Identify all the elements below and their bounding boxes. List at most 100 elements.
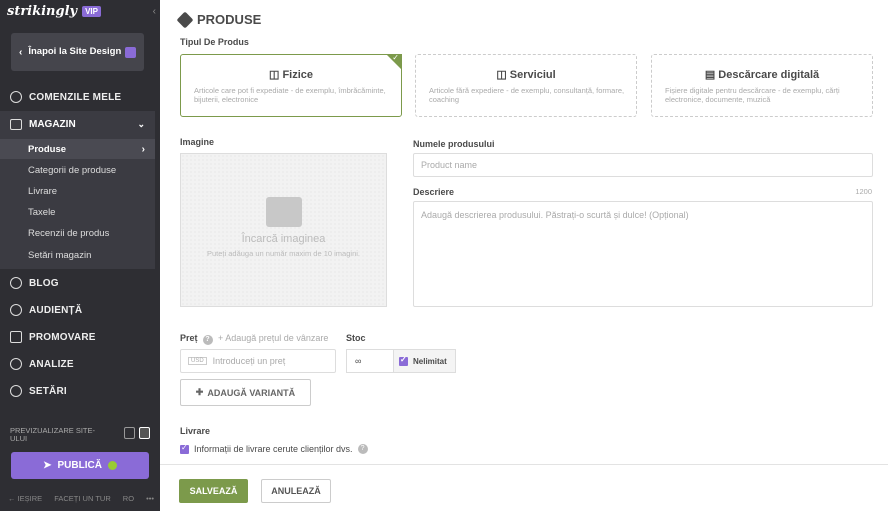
tour-link[interactable]: FACEȚI UN TUR: [54, 494, 111, 503]
type-card-service[interactable]: ◫ Serviciul Articole fără expediere - de…: [415, 54, 637, 117]
save-button[interactable]: SALVEAZĂ: [179, 479, 248, 503]
nav-settings-label: SETĂRI: [29, 385, 67, 397]
logo[interactable]: strikingly: [7, 4, 77, 19]
check-icon: ✓: [392, 53, 399, 62]
type-name: Fizice: [282, 69, 314, 81]
nav-audience-label: AUDIENȚĂ: [29, 304, 83, 316]
type-desc: Articole care pot fi expediate - de exem…: [194, 86, 386, 104]
nav-orders-label: COMENZILE MELE: [29, 91, 122, 103]
store-item-label: Categorii de produse: [28, 164, 117, 176]
exit-link[interactable]: ← IEȘIRE: [8, 494, 42, 503]
store-item-taxes[interactable]: Taxele: [0, 202, 155, 222]
store-item-products[interactable]: Produse ›: [0, 139, 155, 159]
product-name-label: Numele produsului: [413, 139, 495, 149]
nav-blog-label: BLOG: [29, 277, 59, 289]
chart-icon: [10, 358, 22, 370]
description-label: Descriere: [413, 187, 455, 197]
chevron-right-icon: ›: [141, 143, 145, 155]
collapse-sidebar-icon[interactable]: ‹: [153, 6, 156, 17]
shipping-label: Livrare: [180, 426, 211, 436]
tag-icon: [176, 11, 194, 28]
plus-icon: ✚: [195, 387, 204, 397]
unlimited-checkbox[interactable]: Nelimitat: [394, 350, 455, 372]
gear-icon: [10, 385, 22, 397]
type-name: Serviciul: [509, 69, 556, 81]
bag-icon: ◫: [268, 69, 283, 81]
price-label: Preț?: [180, 333, 213, 345]
store-item-label: Livrare: [28, 185, 58, 197]
mobile-icon[interactable]: [139, 427, 150, 439]
add-sale-price-link[interactable]: + Adaugă prețul de vânzare: [218, 333, 328, 343]
image-upload-area[interactable]: Încarcă imaginea Puteți adăuga un număr …: [180, 153, 387, 307]
store-item-settings[interactable]: Setări magazin: [0, 245, 155, 265]
shipping-check-label: Informații de livrare cerute clienților …: [194, 444, 353, 454]
store-icon: [10, 118, 22, 130]
description-placeholder: Adaugă descrierea produsului. Păstrați-o…: [421, 210, 689, 220]
help-icon[interactable]: ?: [357, 444, 368, 454]
nav-audience[interactable]: AUDIENȚĂ: [0, 297, 160, 323]
back-label: Înapoi la Site Design: [28, 45, 122, 57]
more-icon[interactable]: •••: [146, 494, 154, 503]
type-name: Descărcare digitală: [718, 69, 820, 81]
price-input[interactable]: USD Introduceți un preț: [180, 349, 336, 373]
add-variant-label: ADAUGĂ VARIANTĂ: [207, 387, 296, 398]
dumbbell-icon: ◫: [496, 69, 510, 81]
nav-promote-label: PROMOVARE: [29, 331, 96, 343]
sidebar-bottom-row: ← IEȘIRE FACEȚI UN TUR RO •••: [8, 494, 154, 503]
main-panel: PRODUSE Tipul De Produs ✓ ◫ Fizice Artic…: [160, 0, 888, 511]
rocket-icon: ➤: [43, 460, 52, 471]
pen-icon: [10, 277, 22, 289]
vip-badge: VIP: [82, 5, 101, 17]
shipping-checkbox-row[interactable]: Informații de livrare cerute clienților …: [180, 443, 368, 454]
nav-analytics-label: ANALIZE: [29, 358, 74, 370]
device-toggle: [124, 427, 150, 439]
checkbox-checked-icon[interactable]: [180, 443, 189, 454]
sidebar: strikingly VIP ‹ ‹ Înapoi la Site Design…: [0, 0, 160, 511]
store-item-reviews[interactable]: Recenzii de produs: [0, 223, 155, 243]
store-item-label: Taxele: [28, 206, 56, 218]
people-icon: [10, 304, 22, 316]
add-variant-button[interactable]: ✚ ADAUGĂ VARIANTĂ: [180, 379, 311, 406]
product-type-label: Tipul De Produs: [180, 37, 249, 47]
stock-field: ∞ Nelimitat: [346, 349, 456, 373]
language-selector[interactable]: RO: [123, 494, 134, 503]
publish-button[interactable]: ➤ PUBLICĂ: [11, 452, 149, 479]
dollar-icon: [10, 91, 22, 103]
page-icon: [125, 46, 136, 58]
store-item-label: Setări magazin: [28, 249, 92, 261]
type-card-physical[interactable]: ✓ ◫ Fizice Articole care pot fi expediat…: [180, 53, 402, 117]
product-name-input[interactable]: Product name: [413, 153, 873, 177]
product-name-placeholder: Product name: [421, 160, 478, 170]
store-item-shipping[interactable]: Livrare: [0, 181, 155, 201]
back-to-site-design-button[interactable]: ‹ Înapoi la Site Design: [11, 33, 144, 71]
desktop-icon[interactable]: [124, 427, 135, 439]
nav-store[interactable]: MAGAZIN ⌄: [0, 111, 155, 137]
page-title-text: PRODUSE: [197, 12, 262, 27]
price-placeholder: Introduceți un preț: [212, 356, 286, 366]
upload-title: Încarcă imaginea: [241, 233, 326, 245]
nav-settings[interactable]: SETĂRI: [0, 378, 160, 404]
type-desc: Fișiere digitale pentru descărcare - de …: [665, 86, 840, 104]
store-item-label: Recenzii de produs: [28, 227, 110, 239]
image-label: Imagine: [180, 137, 215, 147]
nav-analytics[interactable]: ANALIZE: [0, 351, 160, 377]
checkbox-checked-icon: [399, 355, 408, 366]
help-icon[interactable]: ?: [202, 335, 213, 345]
store-item-label: Produse: [28, 143, 67, 155]
type-card-digital[interactable]: ▤ Descărcare digitală Fișiere digitale p…: [651, 54, 873, 117]
stock-input[interactable]: ∞: [347, 350, 394, 372]
stock-label: Stoc: [346, 333, 366, 343]
description-textarea[interactable]: Adaugă descrierea produsului. Păstrați-o…: [413, 201, 873, 307]
nav-store-label: MAGAZIN: [29, 118, 76, 130]
status-dot-icon: [107, 461, 117, 470]
chevron-down-icon: ⌄: [137, 118, 145, 129]
nav-promote[interactable]: PROMOVARE: [0, 324, 160, 350]
store-item-categories[interactable]: Categorii de produse: [0, 160, 155, 180]
nav-orders[interactable]: COMENZILE MELE: [0, 84, 160, 110]
image-icon: [265, 197, 302, 227]
file-icon: ▤: [704, 69, 719, 81]
nav-blog[interactable]: BLOG: [0, 270, 160, 296]
cancel-button[interactable]: ANULEAZĂ: [261, 479, 331, 503]
type-desc: Articole fără expediere - de exemplu, co…: [429, 86, 625, 104]
upload-hint: Puteți adăuga un număr maxim de 10 imagi…: [206, 249, 360, 258]
